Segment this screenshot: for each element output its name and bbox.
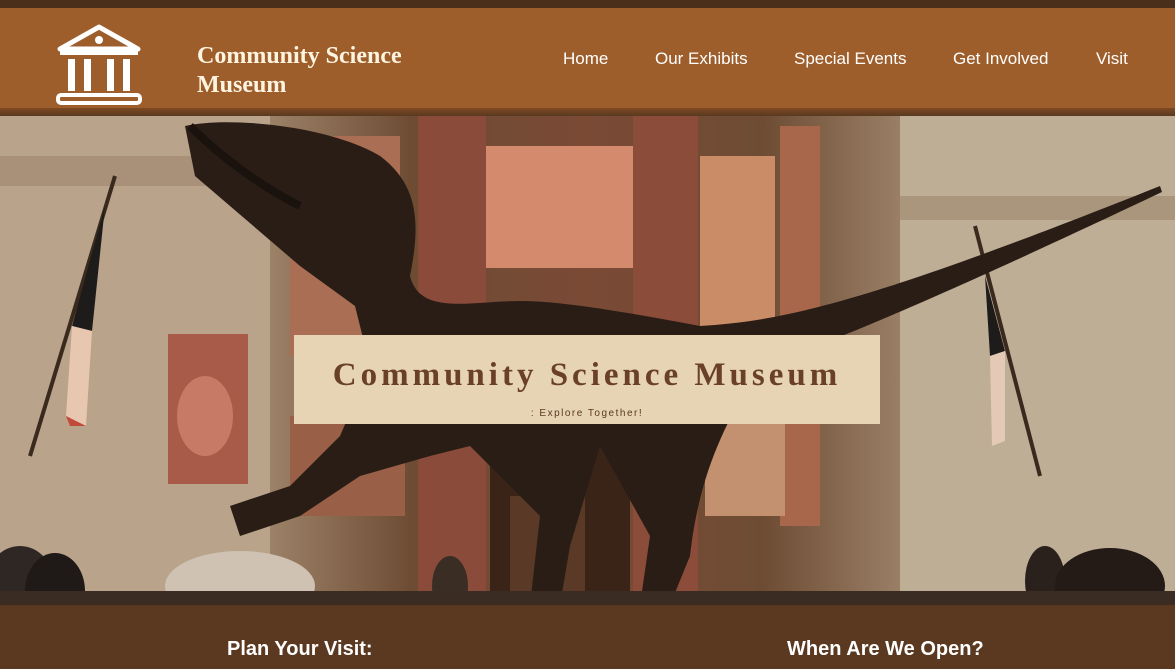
- nav-item-our-exhibits[interactable]: Our Exhibits: [655, 46, 748, 72]
- museum-building-icon[interactable]: [54, 21, 144, 111]
- hero-tagline: : Explore Together!: [530, 408, 644, 419]
- nav-item-visit[interactable]: Visit: [1096, 46, 1128, 72]
- opening-hours-heading: When Are We Open?: [787, 638, 984, 660]
- top-strip: [0, 0, 1175, 8]
- nav-item-get-involved[interactable]: Get Involved: [953, 46, 1048, 72]
- header-divider: [0, 108, 1175, 116]
- nav-item-home[interactable]: Home: [563, 46, 608, 72]
- info-section: [0, 605, 1175, 669]
- hero-section: Community Science Museum : Explore Toget…: [0, 116, 1175, 605]
- hero-title: Community Science Museum: [332, 357, 842, 393]
- plan-your-visit-heading: Plan Your Visit:: [227, 638, 373, 660]
- nav-item-special-events[interactable]: Special Events: [794, 46, 906, 72]
- brand-line-2: Museum: [197, 72, 287, 98]
- brand-name[interactable]: Community Science Museum: [197, 42, 457, 100]
- hero-banner: Community Science Museum : Explore Toget…: [294, 335, 880, 424]
- brand-line-1: Community Science: [197, 43, 402, 69]
